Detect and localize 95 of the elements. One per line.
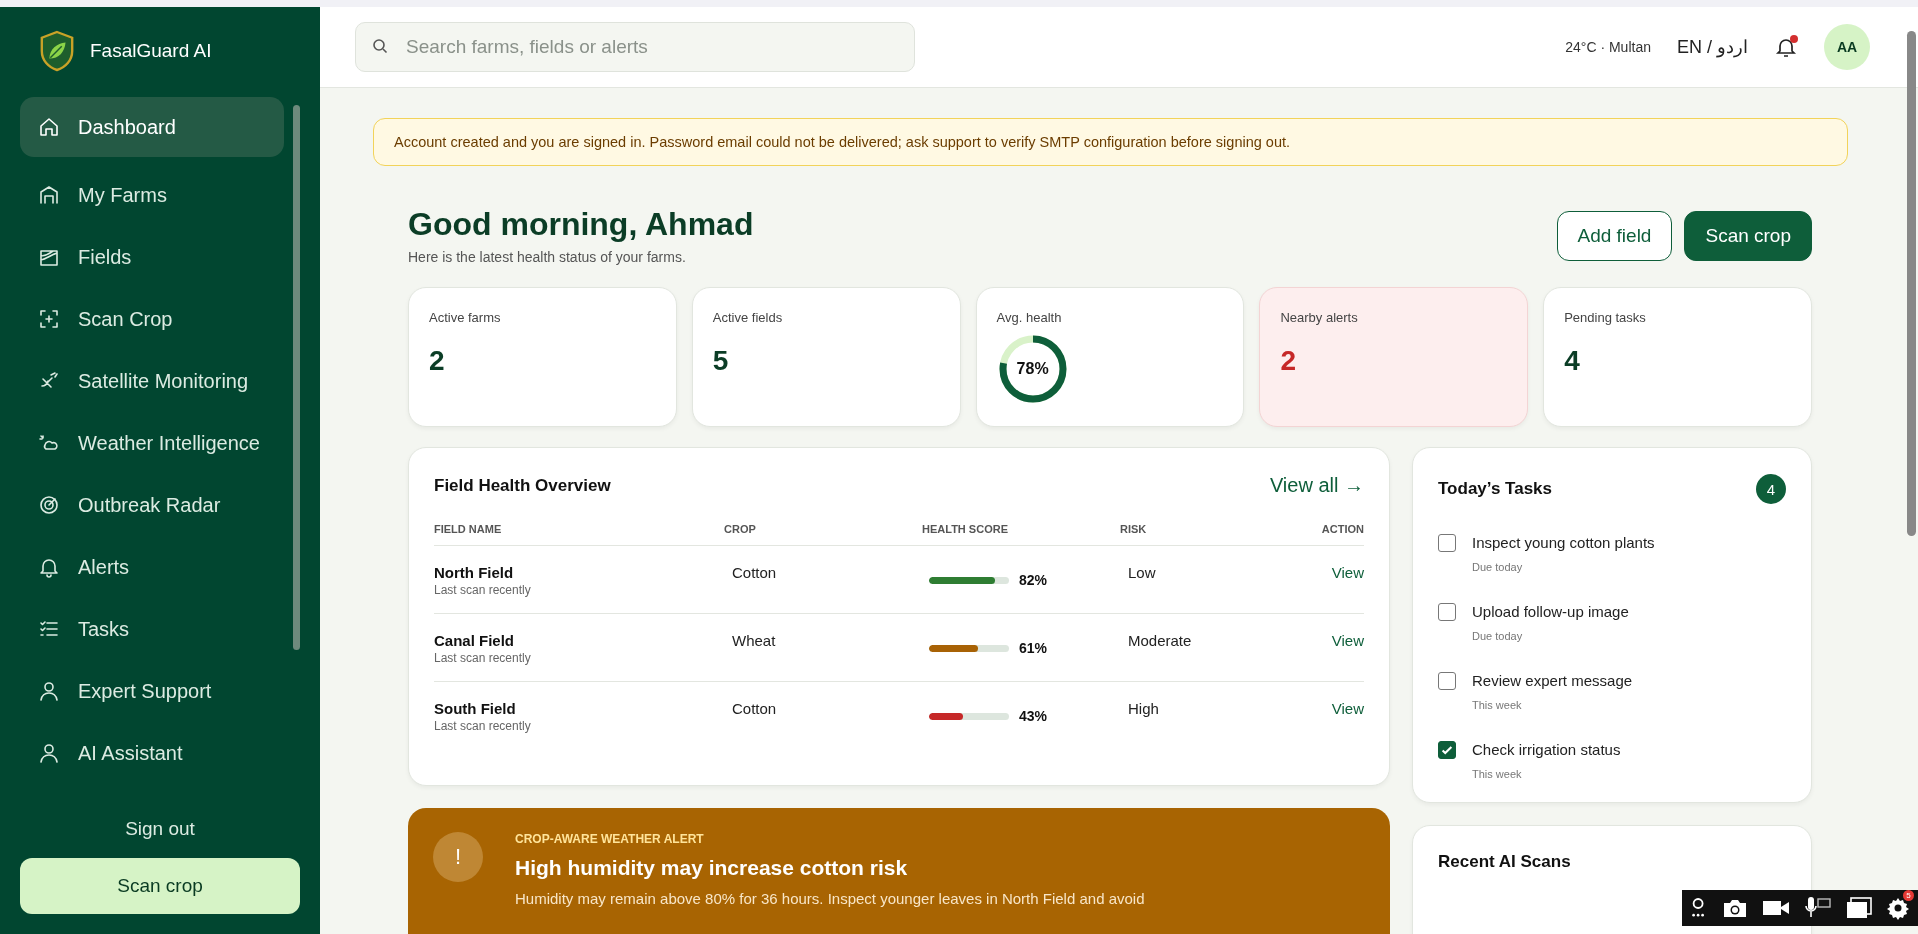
app-name: FasalGuard AI xyxy=(90,40,212,62)
person-icon xyxy=(38,742,60,764)
alert-label: CROP-AWARE WEATHER ALERT xyxy=(515,832,705,846)
nav-item[interactable]: Dashboard xyxy=(20,97,284,157)
nav-item[interactable]: My Farms xyxy=(20,171,284,219)
task-label: Inspect young cotton plants xyxy=(1472,534,1655,551)
task-label: Review expert message xyxy=(1472,672,1633,689)
stat-value: 78% xyxy=(1016,359,1049,378)
task-due: Due today xyxy=(1472,561,1524,573)
settings-icon[interactable] xyxy=(1886,896,1910,920)
notice-banner: Account created and you are signed in. Password email could not be delivered; ask support to verify SMTP configuration before signing out. xyxy=(373,118,1848,166)
checkmark-icon xyxy=(1440,743,1454,757)
greeting-subtitle: Here is the latest health status of your farms. xyxy=(408,249,687,265)
alert-body: Humidity may remain above 80% for 36 hours. Inspect younger leaves in North Field and avoid xyxy=(515,890,1145,907)
last-scan-text: Last scan recently xyxy=(434,719,532,733)
view-link[interactable]: View xyxy=(1298,632,1364,649)
risk-cell-text: Moderate xyxy=(1127,632,1193,649)
column-header: FIELD NAME xyxy=(434,523,503,535)
last-scan-text: Last scan recently xyxy=(434,583,532,597)
field-name: North Field xyxy=(434,564,515,581)
task-label: Upload follow-up image xyxy=(1472,603,1629,620)
search-field[interactable]: Search farms, fields or alerts xyxy=(355,22,915,72)
barn-icon xyxy=(38,184,60,206)
stat-label: Active fields xyxy=(712,310,784,325)
nav-item[interactable]: Scan Crop xyxy=(20,295,284,343)
task-count-badge: 4 xyxy=(1756,474,1786,504)
task-due: Due today xyxy=(1472,630,1524,642)
radar-icon xyxy=(38,494,60,516)
health-score: 82% xyxy=(1019,572,1048,588)
nav-item[interactable]: Fields xyxy=(20,233,284,281)
stat-value: 4 xyxy=(1564,345,1581,377)
nav-item[interactable]: Weather Intelligence xyxy=(20,419,284,467)
greeting-title: Good morning, Ahmad xyxy=(408,206,754,243)
column-header: RISK xyxy=(1120,523,1148,535)
card-title: Field Health Overview xyxy=(434,475,611,496)
stat-value: 5 xyxy=(712,345,730,377)
column-header: ACTION xyxy=(1320,523,1364,535)
crop-cell-text: Cotton xyxy=(731,700,778,717)
person-icon xyxy=(38,680,60,702)
view-link[interactable]: View xyxy=(1298,700,1364,717)
nav-item[interactable]: Outbreak Radar xyxy=(20,481,284,529)
health-score: 61% xyxy=(1019,640,1048,656)
field-name: Canal Field xyxy=(434,632,516,649)
health-score: 43% xyxy=(1019,708,1048,724)
checkbox[interactable] xyxy=(1438,672,1456,690)
add-field-button[interactable]: Add field xyxy=(1556,211,1673,261)
column-header: CROP xyxy=(724,523,757,535)
crop-cell-text: Wheat xyxy=(731,632,777,649)
task-label: Check irrigation status xyxy=(1472,741,1621,758)
card-title: Recent AI Scans xyxy=(1438,852,1572,872)
checkbox[interactable] xyxy=(1438,741,1456,759)
stat-label: Avg. health xyxy=(996,310,1063,325)
stat-value: 2 xyxy=(429,345,446,377)
crop-cell-text: Cotton xyxy=(731,564,778,581)
video-camera-icon[interactable] xyxy=(1762,898,1790,918)
home-icon xyxy=(38,116,60,138)
nav-item[interactable]: Tasks xyxy=(20,605,284,653)
nav-item[interactable]: Satellite Monitoring xyxy=(20,357,284,405)
weather-text: 24°C · Multan xyxy=(1565,39,1651,55)
nav-item[interactable]: Expert Support xyxy=(20,667,284,715)
stat-label: Nearby alerts xyxy=(1280,310,1359,325)
search-icon xyxy=(372,38,388,54)
microphone-icon[interactable] xyxy=(1804,896,1832,920)
scan-icon xyxy=(38,308,60,330)
bell-icon xyxy=(38,556,60,578)
risk-cell-text: Low xyxy=(1127,564,1157,581)
scrollbar[interactable] xyxy=(293,105,300,650)
checkbox[interactable] xyxy=(1438,534,1456,552)
camera-icon[interactable] xyxy=(1722,897,1748,919)
scrollbar[interactable] xyxy=(1907,31,1916,536)
column-header: HEALTH SCORE xyxy=(922,523,1009,535)
nav-item[interactable]: AI Assistant xyxy=(20,729,284,777)
view-all-link[interactable]: View all → xyxy=(1269,474,1364,497)
stat-label: Active farms xyxy=(429,310,502,325)
view-link[interactable]: View xyxy=(1298,564,1364,581)
alert-title: High humidity may increase cotton risk xyxy=(515,856,909,880)
last-scan-text: Last scan recently xyxy=(434,651,532,665)
user-avatar[interactable]: AA xyxy=(1824,24,1870,70)
stat-value: 2 xyxy=(1280,345,1297,377)
sign-out-link[interactable]: Sign out xyxy=(20,802,300,858)
checkbox[interactable] xyxy=(1438,603,1456,621)
risk-cell-text: High xyxy=(1127,700,1160,717)
scan-crop-button[interactable]: Scan crop xyxy=(20,858,300,914)
language-toggle[interactable]: EN / اردو xyxy=(1677,36,1748,58)
alert-icon: ! xyxy=(433,832,483,882)
stat-label: Pending tasks xyxy=(1564,310,1647,325)
nav-item[interactable]: Alerts xyxy=(20,543,284,591)
card-title: Today’s Tasks xyxy=(1438,479,1552,499)
scan-crop-button[interactable]: Scan crop xyxy=(1684,211,1812,261)
task-due: This week xyxy=(1472,699,1523,711)
window-icon[interactable] xyxy=(1846,897,1872,919)
shield-leaf-logo-icon xyxy=(38,30,76,72)
notification-badge: 5 xyxy=(1903,890,1914,901)
field-name: South Field xyxy=(434,700,517,717)
task-due: This week xyxy=(1472,768,1523,780)
